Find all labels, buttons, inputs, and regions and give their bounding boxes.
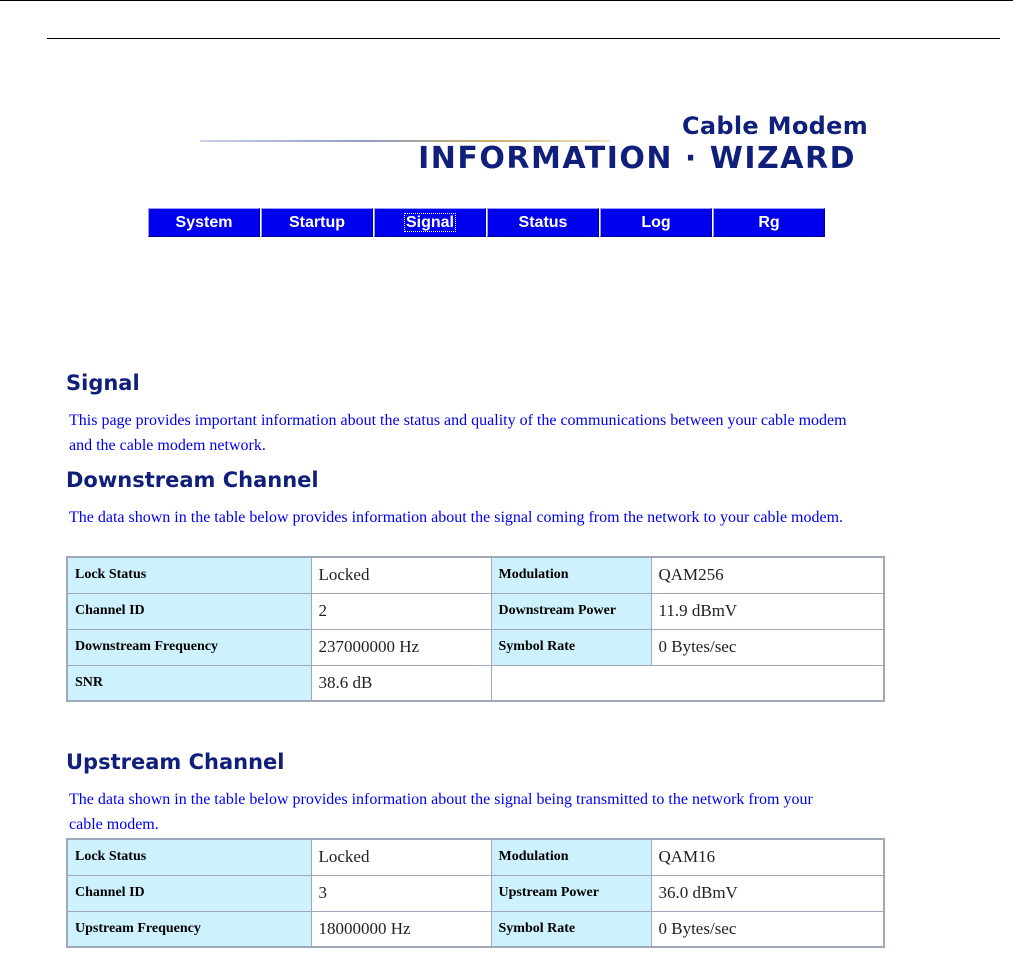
us-channel-id-value: 3 bbox=[310, 874, 492, 912]
ds-channel-id-value: 2 bbox=[310, 592, 492, 630]
ds-modulation-label: Modulation bbox=[490, 556, 652, 594]
us-modulation-label: Modulation bbox=[490, 838, 652, 876]
nav-status[interactable]: Status bbox=[487, 208, 599, 237]
downstream-description: The data shown in the table below provid… bbox=[69, 509, 844, 526]
us-power-label: Upstream Power bbox=[490, 874, 652, 912]
ds-symbol-rate-label: Symbol Rate bbox=[490, 628, 652, 666]
ds-lock-status-value: Locked bbox=[310, 556, 492, 594]
ds-power-value: 11.9 dBmV bbox=[650, 592, 885, 630]
ds-snr-label: SNR bbox=[66, 664, 312, 702]
us-channel-id-label: Channel ID bbox=[66, 874, 312, 912]
nav-rg[interactable]: Rg bbox=[713, 208, 825, 237]
downstream-table: Lock Status Locked Modulation QAM256 Cha… bbox=[66, 556, 885, 702]
upstream-table: Lock Status Locked Modulation QAM16 Chan… bbox=[66, 838, 885, 948]
ds-channel-id-label: Channel ID bbox=[66, 592, 312, 630]
ds-snr-value: 38.6 dB bbox=[310, 664, 492, 702]
ds-lock-status-label: Lock Status bbox=[66, 556, 312, 594]
us-frequency-value: 18000000 Hz bbox=[310, 910, 492, 948]
us-power-value: 36.0 dBmV bbox=[650, 874, 885, 912]
logo: Cable Modem INFORMATION · WIZARD bbox=[200, 112, 868, 182]
us-lock-status-value: Locked bbox=[310, 838, 492, 876]
table-row: Lock Status Locked Modulation QAM256 bbox=[66, 556, 885, 594]
nav-log[interactable]: Log bbox=[600, 208, 712, 237]
table-row: Lock Status Locked Modulation QAM16 bbox=[66, 838, 885, 876]
upstream-heading: Upstream Channel bbox=[66, 750, 285, 774]
us-symbol-rate-label: Symbol Rate bbox=[490, 910, 652, 948]
nav-bar: System Startup Signal Status Log Rg bbox=[148, 208, 826, 237]
header-divider bbox=[47, 38, 1000, 39]
us-symbol-rate-value: 0 Bytes/sec bbox=[650, 910, 885, 948]
ds-empty-cell bbox=[490, 664, 885, 702]
table-row: Downstream Frequency 237000000 Hz Symbol… bbox=[66, 628, 885, 666]
ds-modulation-value: QAM256 bbox=[650, 556, 885, 594]
logo-subtitle: Cable Modem bbox=[682, 112, 868, 140]
downstream-heading: Downstream Channel bbox=[66, 468, 319, 492]
nav-startup[interactable]: Startup bbox=[261, 208, 373, 237]
us-lock-status-label: Lock Status bbox=[66, 838, 312, 876]
logo-title: INFORMATION · WIZARD bbox=[418, 141, 856, 176]
ds-symbol-rate-value: 0 Bytes/sec bbox=[650, 628, 885, 666]
table-row: Upstream Frequency 18000000 Hz Symbol Ra… bbox=[66, 910, 885, 948]
ds-frequency-value: 237000000 Hz bbox=[310, 628, 492, 666]
signal-description: This page provides important information… bbox=[69, 412, 847, 454]
table-row: Channel ID 3 Upstream Power 36.0 dBmV bbox=[66, 874, 885, 912]
nav-signal[interactable]: Signal bbox=[374, 208, 486, 237]
ds-power-label: Downstream Power bbox=[490, 592, 652, 630]
upstream-description: The data shown in the table below provid… bbox=[69, 791, 813, 833]
nav-system[interactable]: System bbox=[148, 208, 260, 237]
ds-frequency-label: Downstream Frequency bbox=[66, 628, 312, 666]
top-border-line bbox=[0, 0, 1013, 1]
us-frequency-label: Upstream Frequency bbox=[66, 910, 312, 948]
table-row: SNR 38.6 dB bbox=[66, 664, 885, 702]
signal-heading: Signal bbox=[66, 371, 140, 395]
us-modulation-value: QAM16 bbox=[650, 838, 885, 876]
table-row: Channel ID 2 Downstream Power 11.9 dBmV bbox=[66, 592, 885, 630]
